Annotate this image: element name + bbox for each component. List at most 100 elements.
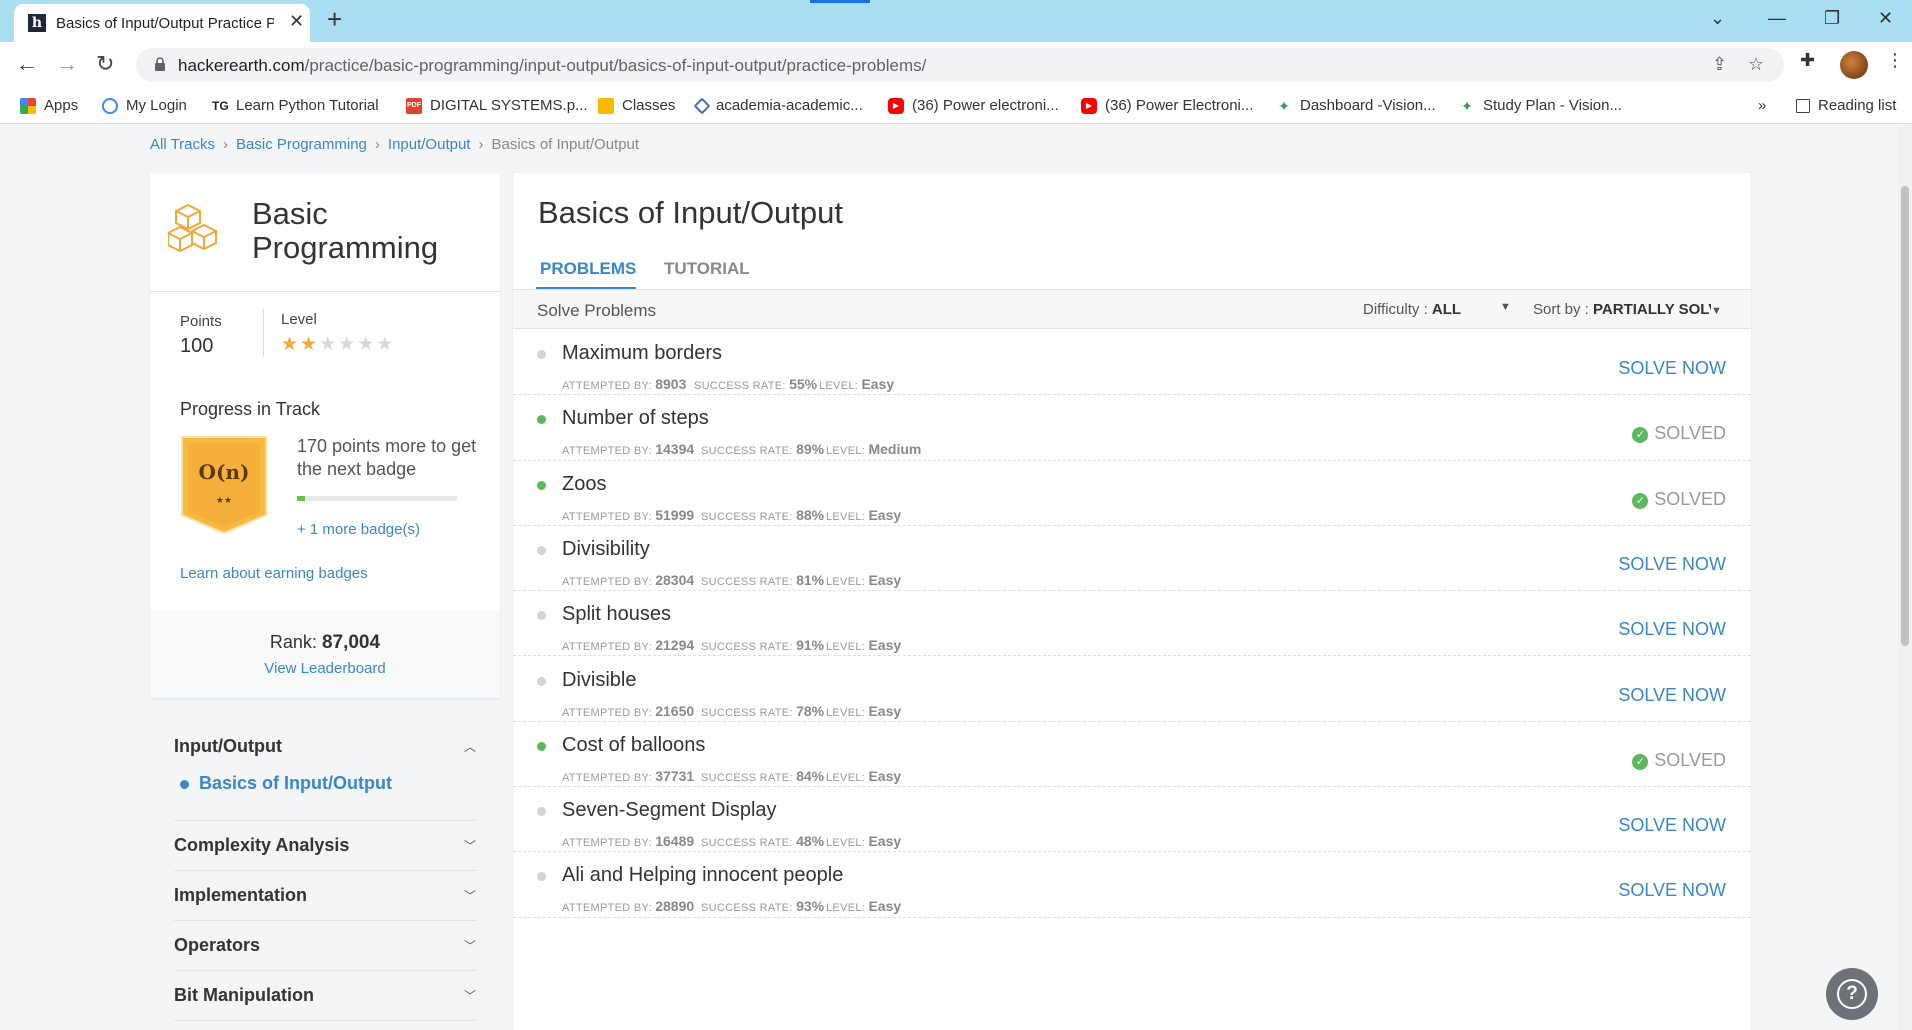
divider bbox=[174, 920, 476, 921]
problem-name[interactable]: Seven-Segment Display bbox=[562, 799, 777, 822]
badge-label: O(n) bbox=[199, 460, 250, 484]
share-icon[interactable]: ⇪ bbox=[1712, 54, 1727, 75]
bookmark-apps[interactable]: Apps bbox=[20, 97, 78, 114]
problem-name[interactable]: Split houses bbox=[562, 603, 671, 626]
topic-implementation[interactable]: Implementation ﹀ bbox=[174, 885, 476, 906]
problem-row[interactable]: Number of steps ATTEMPTED BY: 14394 SUCCES… bbox=[513, 395, 1751, 461]
bookmark-study-plan-vision[interactable]: ✦ Study Plan - Vision... bbox=[1459, 97, 1622, 114]
browser-tab[interactable]: h Basics of Input/Output Practice P ✕ bbox=[14, 4, 310, 42]
problem-name[interactable]: Maximum borders bbox=[562, 342, 722, 365]
filter-bar: Solve Problems Difficulty : ALL ▼ Sort b… bbox=[513, 290, 1751, 329]
youtube-icon: ▶ bbox=[888, 97, 904, 114]
success-rate: SUCCESS RATE: 91% bbox=[701, 637, 825, 654]
reload-icon[interactable]: ↻ bbox=[96, 52, 114, 76]
bookmark-power-electronics-1[interactable]: ▶ (36) Power electroni... bbox=[888, 97, 1059, 114]
attempted-by: ATTEMPTED BY: 21294 bbox=[562, 637, 695, 654]
status-dot-icon bbox=[537, 741, 546, 751]
success-rate: SUCCESS RATE: 81% bbox=[701, 571, 825, 588]
bookmark-learn-python[interactable]: TG Learn Python Tutorial bbox=[212, 97, 379, 114]
academia-icon bbox=[693, 97, 711, 114]
scrollbar-thumb[interactable] bbox=[1901, 186, 1909, 646]
star-empty-icon: ★ bbox=[319, 334, 339, 355]
chevron-right-icon: › bbox=[374, 136, 380, 153]
bookmark-my-login[interactable]: My Login bbox=[102, 97, 187, 114]
caret-down-icon[interactable]: ▼ bbox=[1500, 301, 1511, 313]
bookmark-classes[interactable]: Classes bbox=[598, 97, 675, 114]
difficulty-dropdown[interactable]: Difficulty : ALL bbox=[1363, 301, 1461, 318]
bookmark-power-electronics-2[interactable]: ▶ (36) Power Electroni... bbox=[1081, 97, 1253, 114]
tab-tutorial[interactable]: TUTORIAL bbox=[664, 259, 750, 279]
lock-icon bbox=[155, 57, 165, 71]
close-window-icon[interactable]: ✕ bbox=[1878, 8, 1893, 29]
tab-search-chevron-icon[interactable]: ⌄ bbox=[1710, 8, 1725, 29]
divider bbox=[174, 1020, 476, 1021]
bookmark-academia[interactable]: academia-academic... bbox=[693, 97, 863, 114]
breadcrumb-basic-programming[interactable]: Basic Programming bbox=[236, 136, 367, 153]
tab-problems[interactable]: PROBLEMS bbox=[540, 259, 636, 279]
status-dot-icon bbox=[537, 676, 546, 686]
minimize-icon[interactable]: — bbox=[1768, 8, 1786, 29]
learn-badges-link[interactable]: Learn about earning badges bbox=[180, 565, 368, 582]
topic-bit-manipulation[interactable]: Bit Manipulation ﹀ bbox=[174, 985, 476, 1006]
active-dot-icon bbox=[180, 779, 189, 789]
sort-dropdown[interactable]: Sort by : PARTIALLY SOLVED▼ bbox=[1533, 301, 1722, 318]
status-dot-icon bbox=[537, 611, 546, 621]
bookmarks-bar: Apps My Login TG Learn Python Tutorial PD… bbox=[0, 88, 1912, 124]
star-empty-icon: ★ bbox=[357, 334, 377, 355]
reading-list-button[interactable]: Reading list bbox=[1796, 97, 1896, 114]
new-tab-icon[interactable]: + bbox=[327, 6, 342, 32]
problem-name[interactable]: Number of steps bbox=[562, 407, 709, 430]
close-tab-icon[interactable]: ✕ bbox=[289, 11, 304, 32]
topic-input-output[interactable]: Input/Output ︿ bbox=[174, 736, 476, 757]
problem-level: LEVEL: Easy bbox=[826, 767, 902, 784]
subtopic-basics-of-input-output[interactable]: Basics of Input/Output bbox=[180, 773, 392, 794]
problem-row[interactable]: Divisible ATTEMPTED BY: 21650 SUCCESS RATE… bbox=[513, 657, 1751, 722]
chevron-down-icon: ﹀ bbox=[463, 889, 476, 903]
problem-row[interactable]: Zoos ATTEMPTED BY: 51999 SUCCESS RATE: 88%… bbox=[513, 461, 1751, 526]
view-leaderboard-link[interactable]: View Leaderboard bbox=[150, 660, 500, 677]
problem-row[interactable]: Split houses ATTEMPTED BY: 21294 SUCCESS R… bbox=[513, 591, 1751, 657]
solve-now-button[interactable]: SOLVE NOW bbox=[1618, 619, 1726, 640]
forward-icon[interactable]: → bbox=[56, 52, 78, 76]
check-circle-icon: ✓ bbox=[1632, 492, 1649, 509]
bookmarks-overflow-icon[interactable]: » bbox=[1758, 97, 1766, 114]
problem-level: LEVEL: Easy bbox=[819, 376, 895, 392]
tg-icon: TG bbox=[212, 97, 229, 114]
solve-now-button[interactable]: SOLVE NOW bbox=[1618, 554, 1726, 575]
bookmark-digital-systems[interactable]: PDF DIGITAL SYSTEMS.p... bbox=[406, 97, 588, 114]
profile-avatar[interactable] bbox=[1840, 51, 1868, 79]
extensions-icon[interactable]: ✚ bbox=[1800, 50, 1815, 71]
solve-now-button[interactable]: SOLVE NOW bbox=[1618, 880, 1726, 901]
solve-now-button[interactable]: SOLVE NOW bbox=[1618, 358, 1726, 379]
topic-operators[interactable]: Operators ﹀ bbox=[174, 935, 476, 956]
address-bar[interactable]: hackerearth.com/practice/basic-programmi… bbox=[136, 48, 1784, 82]
back-icon[interactable]: ← bbox=[16, 52, 38, 76]
problem-row[interactable]: Ali and Helping innocent people ATTEMPTED… bbox=[513, 852, 1751, 918]
problem-name[interactable]: Ali and Helping innocent people bbox=[562, 864, 843, 887]
solve-now-button[interactable]: SOLVE NOW bbox=[1618, 685, 1726, 706]
problems-panel: Basics of Input/Output PROBLEMS TUTORIAL… bbox=[513, 173, 1751, 1030]
more-badges-link[interactable]: + 1 more badge(s) bbox=[297, 521, 420, 538]
problem-row[interactable]: Cost of balloons ATTEMPTED BY: 37731 SUCCE… bbox=[513, 722, 1751, 788]
solve-now-button[interactable]: SOLVE NOW bbox=[1618, 815, 1726, 836]
page-scrollbar[interactable] bbox=[1898, 124, 1912, 1030]
restore-icon[interactable]: ❐ bbox=[1824, 8, 1840, 29]
help-button[interactable]: ? bbox=[1826, 968, 1878, 1020]
problem-name[interactable]: Zoos bbox=[562, 473, 606, 496]
breadcrumb-input-output[interactable]: Input/Output bbox=[388, 136, 471, 153]
problem-row[interactable]: Divisibility ATTEMPTED BY: 28304 SUCCESS R… bbox=[513, 526, 1751, 592]
caret-down-icon: ▼ bbox=[1711, 305, 1722, 317]
breadcrumb-all-tracks[interactable]: All Tracks bbox=[150, 136, 215, 153]
success-rate: SUCCESS RATE: 78% bbox=[701, 702, 825, 719]
chevron-right-icon: › bbox=[223, 136, 229, 153]
problem-name[interactable]: Divisibility bbox=[562, 538, 650, 561]
youtube-icon: ▶ bbox=[1081, 97, 1097, 114]
problem-name[interactable]: Cost of balloons bbox=[562, 734, 705, 757]
problem-row[interactable]: Maximum borders ATTEMPTED BY: 8903 SUCCESS… bbox=[513, 330, 1751, 396]
browser-menu-icon[interactable]: ⋮ bbox=[1886, 50, 1904, 71]
bookmark-star-icon[interactable]: ☆ bbox=[1748, 54, 1764, 75]
topic-complexity-analysis[interactable]: Complexity Analysis ﹀ bbox=[174, 835, 476, 856]
problem-name[interactable]: Divisible bbox=[562, 669, 636, 692]
bookmark-dashboard-vision[interactable]: ✦ Dashboard -Vision... bbox=[1276, 97, 1436, 114]
problem-row[interactable]: Seven-Segment Display ATTEMPTED BY: 16489… bbox=[513, 787, 1751, 853]
